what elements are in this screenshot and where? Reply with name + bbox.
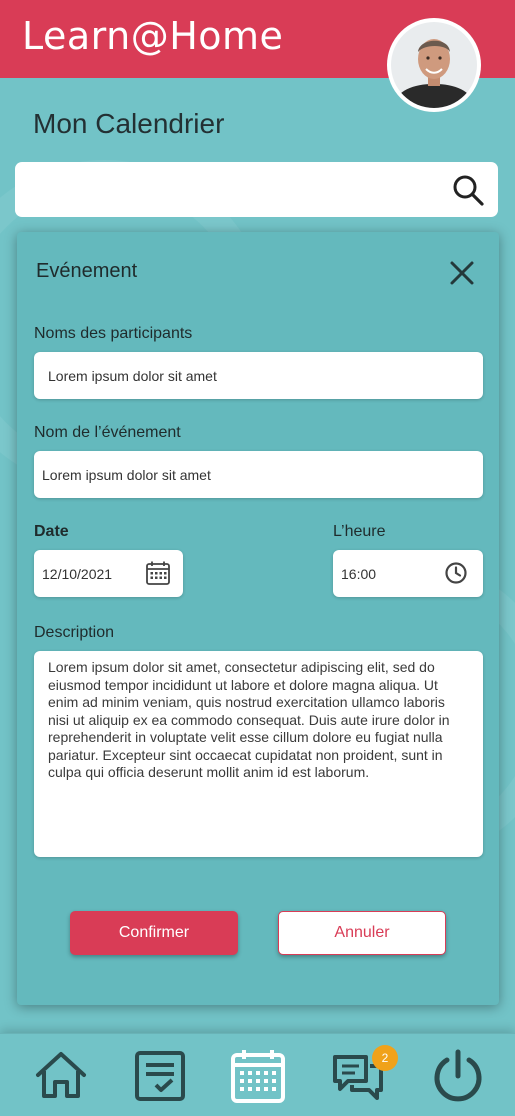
- date-field[interactable]: 12/10/2021: [34, 550, 183, 597]
- participants-label: Noms des participants: [34, 325, 193, 342]
- cancel-button[interactable]: Annuler: [278, 911, 446, 955]
- search-icon[interactable]: [452, 174, 484, 206]
- tasks-icon: [135, 1051, 185, 1101]
- confirm-button[interactable]: Confirmer: [70, 911, 238, 955]
- dialog-title: Evénement: [36, 260, 138, 282]
- event-name-value: Lorem ipsum dolor sit amet: [42, 466, 211, 483]
- power-icon: [434, 1049, 482, 1102]
- description-label: Description: [34, 624, 115, 641]
- time-field[interactable]: 16:00: [333, 550, 483, 597]
- page-title: Mon Calendrier: [33, 108, 225, 139]
- avatar-photo: [391, 22, 477, 108]
- bottom-navigation: 2: [0, 1033, 515, 1116]
- description-textarea[interactable]: Lorem ipsum dolor sit amet, consectetur …: [34, 651, 483, 857]
- nav-home[interactable]: [33, 1048, 89, 1104]
- search-bar: [15, 162, 498, 217]
- search-input[interactable]: [29, 172, 439, 207]
- nav-logout[interactable]: [430, 1048, 486, 1104]
- event-name-label: Nom de l’événement: [34, 424, 181, 441]
- event-name-field[interactable]: Lorem ipsum dolor sit amet: [34, 451, 483, 498]
- nav-tasks[interactable]: [132, 1048, 188, 1104]
- time-label: L’heure: [333, 523, 386, 540]
- date-value: 12/10/2021: [42, 565, 113, 582]
- user-avatar[interactable]: [387, 18, 481, 112]
- calendar-icon[interactable]: [145, 560, 171, 586]
- chat-notification-badge: 2: [372, 1045, 398, 1071]
- home-icon: [36, 1052, 86, 1098]
- description-value: Lorem ipsum dolor sit amet, consectetur …: [48, 659, 450, 780]
- participants-value: Lorem ipsum dolor sit amet: [48, 367, 217, 384]
- nav-calendar[interactable]: [230, 1048, 286, 1104]
- calendar-icon: [231, 1050, 285, 1103]
- event-dialog: Evénement Noms des participants Lorem ip…: [17, 232, 499, 1005]
- time-value: 16:00: [341, 565, 377, 582]
- participants-field[interactable]: Lorem ipsum dolor sit amet: [34, 352, 483, 399]
- close-icon[interactable]: [449, 260, 475, 286]
- clock-icon[interactable]: [443, 560, 469, 586]
- app-title: Learn@Home: [22, 14, 284, 58]
- date-label: Date: [34, 523, 69, 540]
